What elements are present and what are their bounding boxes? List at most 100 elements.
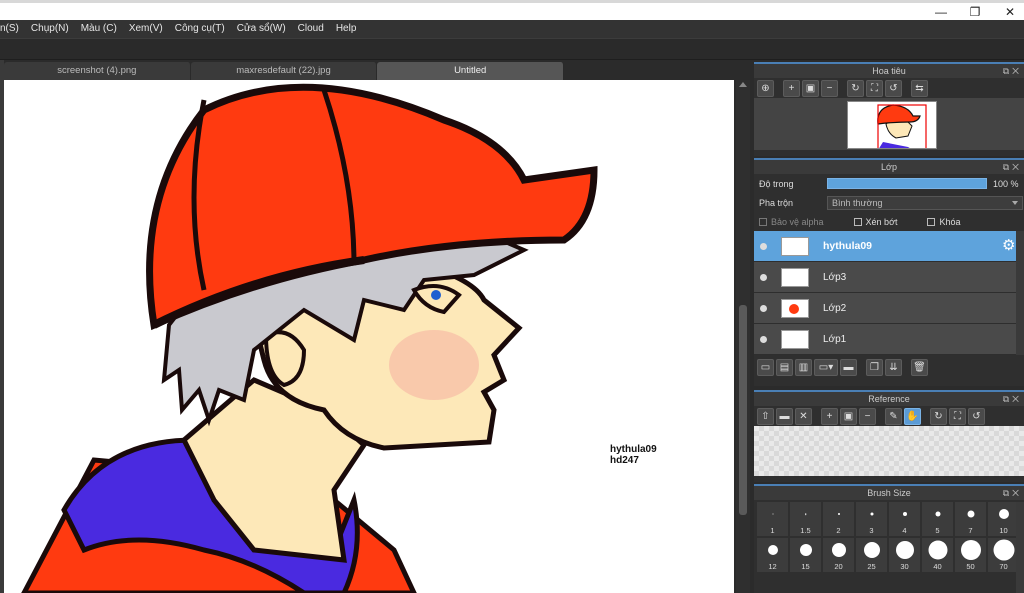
clipping-checkbox[interactable]: Xén bớt [853,217,897,227]
tab-maxresdefault[interactable]: maxresdefault (22).jpg [190,62,378,80]
brush-size-cell[interactable]: 4 [889,502,920,536]
layer-row-lop1[interactable]: Lớp1 [754,324,1024,355]
brush-size-cell[interactable]: 5 [922,502,953,536]
close-icon[interactable]: ✕ [795,407,812,425]
add-layer-menu-icon[interactable]: ▭▾ [814,358,838,376]
zoom-out-icon[interactable]: − [821,79,838,97]
canvas-vertical-scrollbar[interactable] [736,80,750,593]
duplicate-layer-icon[interactable]: ❐ [866,358,883,376]
menu-window[interactable]: Cửa sổ(W) [231,20,292,38]
protect-alpha-label: Bảo vệ alpha [771,216,824,227]
brush-size-cell[interactable]: 3 [856,502,887,536]
new-layer-8bit-icon[interactable]: ▥ [795,358,812,376]
restore-button[interactable]: ❐ [960,5,990,21]
signature-line-1: hythula09 [610,444,657,455]
opacity-row: Độ trong 100 % [754,174,1024,193]
lock-label: Khóa [939,216,961,227]
layer-thumbnail [781,298,809,318]
flip-icon[interactable]: ⇆ [911,79,928,97]
layer-header: Lớp ⧉✕ [754,158,1024,174]
navigator-toolbar: ⊕ + ▣ − ↻ ⛶ ↺ ⇆ [754,78,1024,98]
panel-pin-close-icon[interactable]: ⧉✕ [1003,64,1022,78]
scroll-thumb[interactable] [739,305,747,515]
navigator-preview[interactable] [754,98,1024,150]
navigator-thumbnail [847,101,937,149]
zoom-fit-icon[interactable]: ⊕ [757,79,774,97]
delete-layer-icon[interactable]: 🗑 [911,358,928,376]
panel-pin-close-icon[interactable]: ⧉✕ [1003,392,1022,406]
brush-size-cell[interactable]: 40 [922,538,953,572]
panel-pin-close-icon[interactable]: ⧉✕ [1003,160,1022,174]
new-layer-icon[interactable]: ▭ [757,358,774,376]
layer-row-lop2[interactable]: Lớp2 [754,293,1024,324]
minimize-button[interactable]: — [926,5,956,21]
menu-color[interactable]: Màu (C) [75,20,123,38]
brush-size-cell[interactable]: 10 [988,502,1019,536]
document-tabs: screenshot (4).png maxresdefault (22).jp… [4,62,565,80]
new-folder-icon[interactable]: ▬ [840,358,857,376]
opacity-label: Độ trong [759,178,794,189]
lock-checkbox[interactable]: Khóa [927,216,961,227]
menu-selection[interactable]: n(S) [0,20,25,38]
open-folder-icon[interactable]: ▬ [776,407,793,425]
blend-mode-select[interactable]: Bình thường [827,195,1023,210]
artwork-illustration [21,83,598,593]
merge-layer-icon[interactable]: ⇊ [885,358,902,376]
visibility-icon[interactable] [760,335,767,343]
brush-size-cell[interactable]: 70 [988,538,1019,572]
menu-view[interactable]: Xem(V) [123,20,169,38]
hand-icon[interactable]: ✋ [904,407,921,425]
reset-icon[interactable]: ↺ [968,407,985,425]
signature-text: hythula09 hd247 [610,444,657,466]
brush-size-cell[interactable]: 15 [790,538,821,572]
menu-tools[interactable]: Công cụ(T) [169,20,231,38]
visibility-icon[interactable] [760,304,767,312]
eyedropper-icon[interactable]: ✎ [885,407,902,425]
tab-untitled[interactable]: Untitled [377,62,565,80]
brush-size-cell[interactable]: 1.5 [790,502,821,536]
protect-alpha-checkbox[interactable]: Bảo vệ alpha [759,217,824,227]
panel-pin-close-icon[interactable]: ⧉✕ [1003,486,1022,500]
brush-size-cell[interactable]: 12 [757,538,788,572]
reset-icon[interactable]: ↺ [885,79,902,97]
brush-size-cell[interactable]: 2 [823,502,854,536]
menu-cloud[interactable]: Cloud [292,20,330,38]
layer-row-hythula09[interactable]: hythula09 ⚙ [754,231,1024,262]
menu-capture[interactable]: Chụp(N) [25,20,75,38]
zoom-in-icon[interactable]: + [783,79,800,97]
reference-image-area[interactable] [754,426,1024,476]
layer-scrollbar[interactable] [1016,231,1024,355]
drawing-canvas[interactable]: hythula09 hd247 [4,80,734,593]
menu-help[interactable]: Help [330,20,363,38]
layer-footer-toolbar: ▭ ▤ ▥ ▭▾ ▬ ❐ ⇊ 🗑 [754,357,1024,377]
title-bar: — ❐ ✕ [0,0,1024,20]
brush-size-cell[interactable]: 20 [823,538,854,572]
visibility-icon[interactable] [760,242,767,250]
new-layer-halftone-icon[interactable]: ▤ [776,358,793,376]
brush-size-scrollbar[interactable] [1016,502,1024,593]
brush-size-cell[interactable]: 50 [955,538,986,572]
tab-screenshot[interactable]: screenshot (4).png [4,62,191,80]
layer-name: Lớp1 [823,333,847,345]
reference-title: Reference [868,394,910,404]
actual-size-icon[interactable]: ⛶ [949,407,966,425]
fit-window-icon[interactable]: ▣ [802,79,819,97]
layer-row-lop3[interactable]: Lớp3 [754,262,1024,293]
zoom-out-icon[interactable]: − [859,407,876,425]
zoom-in-icon[interactable]: + [821,407,838,425]
close-button[interactable]: ✕ [995,5,1024,21]
scroll-up-arrow-icon[interactable] [739,82,747,87]
brush-size-cell[interactable]: 1 [757,502,788,536]
visibility-icon[interactable] [760,273,767,281]
brush-size-title: Brush Size [867,488,911,498]
fit-window-icon[interactable]: ▣ [840,407,857,425]
rotate-icon[interactable]: ↻ [930,407,947,425]
rotate-icon[interactable]: ↻ [847,79,864,97]
brush-size-cell[interactable]: 25 [856,538,887,572]
upload-icon[interactable]: ⇧ [757,407,774,425]
actual-size-icon[interactable]: ⛶ [866,79,883,97]
brush-size-cell[interactable]: 7 [955,502,986,536]
layer-thumbnail [781,267,809,287]
opacity-slider[interactable] [827,178,987,189]
brush-size-cell[interactable]: 30 [889,538,920,572]
